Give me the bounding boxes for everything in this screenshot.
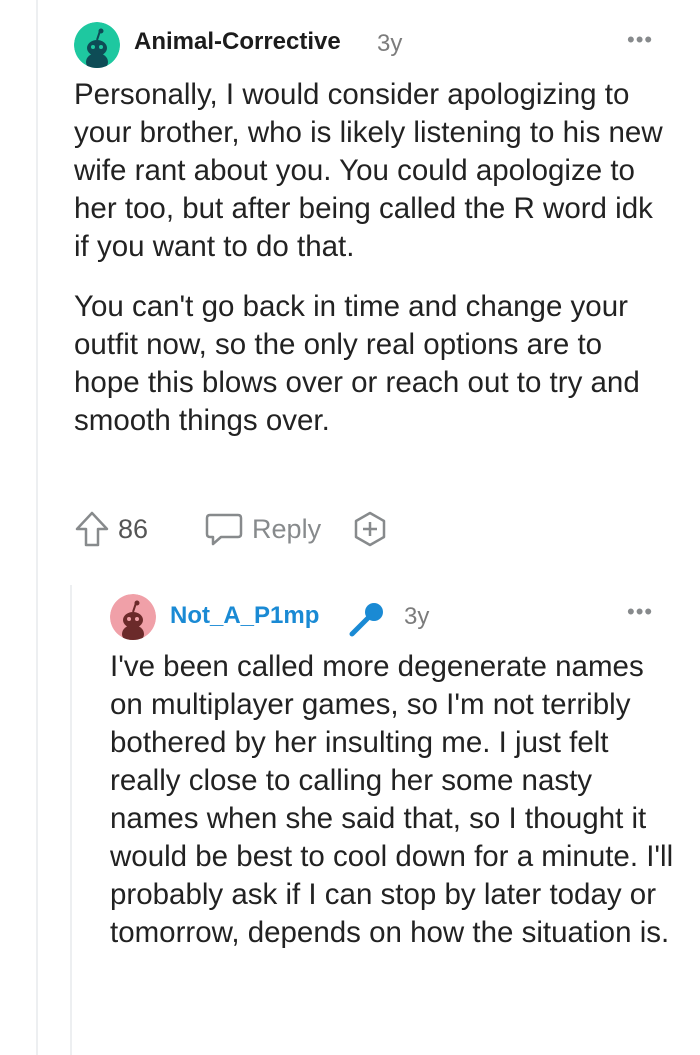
comment-animal-corrective: Animal-Corrective 3y ••• Personally, I w…	[0, 0, 700, 560]
comment-body: I've been called more degenerate names o…	[110, 648, 680, 952]
username[interactable]: Not_A_P1mp	[170, 602, 319, 630]
comment-body: Personally, I would consider apologizing…	[74, 76, 664, 440]
comment-actions: 86 Reply	[74, 510, 389, 548]
user-avatar[interactable]	[110, 594, 156, 640]
comment-paragraph: Personally, I would consider apologizing…	[74, 78, 663, 263]
reply-button[interactable]: Reply	[204, 511, 321, 547]
comment-age: 3y	[404, 603, 430, 630]
microphone-icon	[346, 598, 388, 645]
upvote-arrow-icon	[75, 511, 109, 547]
comment-age: 3y	[377, 30, 403, 57]
reply-label: Reply	[252, 513, 322, 544]
award-button[interactable]	[351, 510, 389, 548]
snoo-avatar-icon	[110, 594, 156, 640]
comment-paragraph: I've been called more degenerate names o…	[110, 650, 674, 949]
comment-not-a-p1mp: Not_A_P1mp 3y ••• I've been called more …	[0, 590, 700, 1055]
award-plus-icon	[354, 511, 386, 547]
reply-bubble-icon	[205, 513, 243, 546]
snoo-avatar-icon	[74, 22, 120, 68]
comment-paragraph: You can't go back in time and change you…	[74, 290, 640, 437]
more-options-icon[interactable]: •••	[627, 27, 653, 53]
upvote-button[interactable]	[74, 510, 110, 548]
username[interactable]: Animal-Corrective	[134, 28, 341, 56]
vote-count: 86	[118, 513, 149, 544]
user-avatar[interactable]	[74, 22, 120, 68]
more-options-icon[interactable]: •••	[627, 599, 653, 625]
